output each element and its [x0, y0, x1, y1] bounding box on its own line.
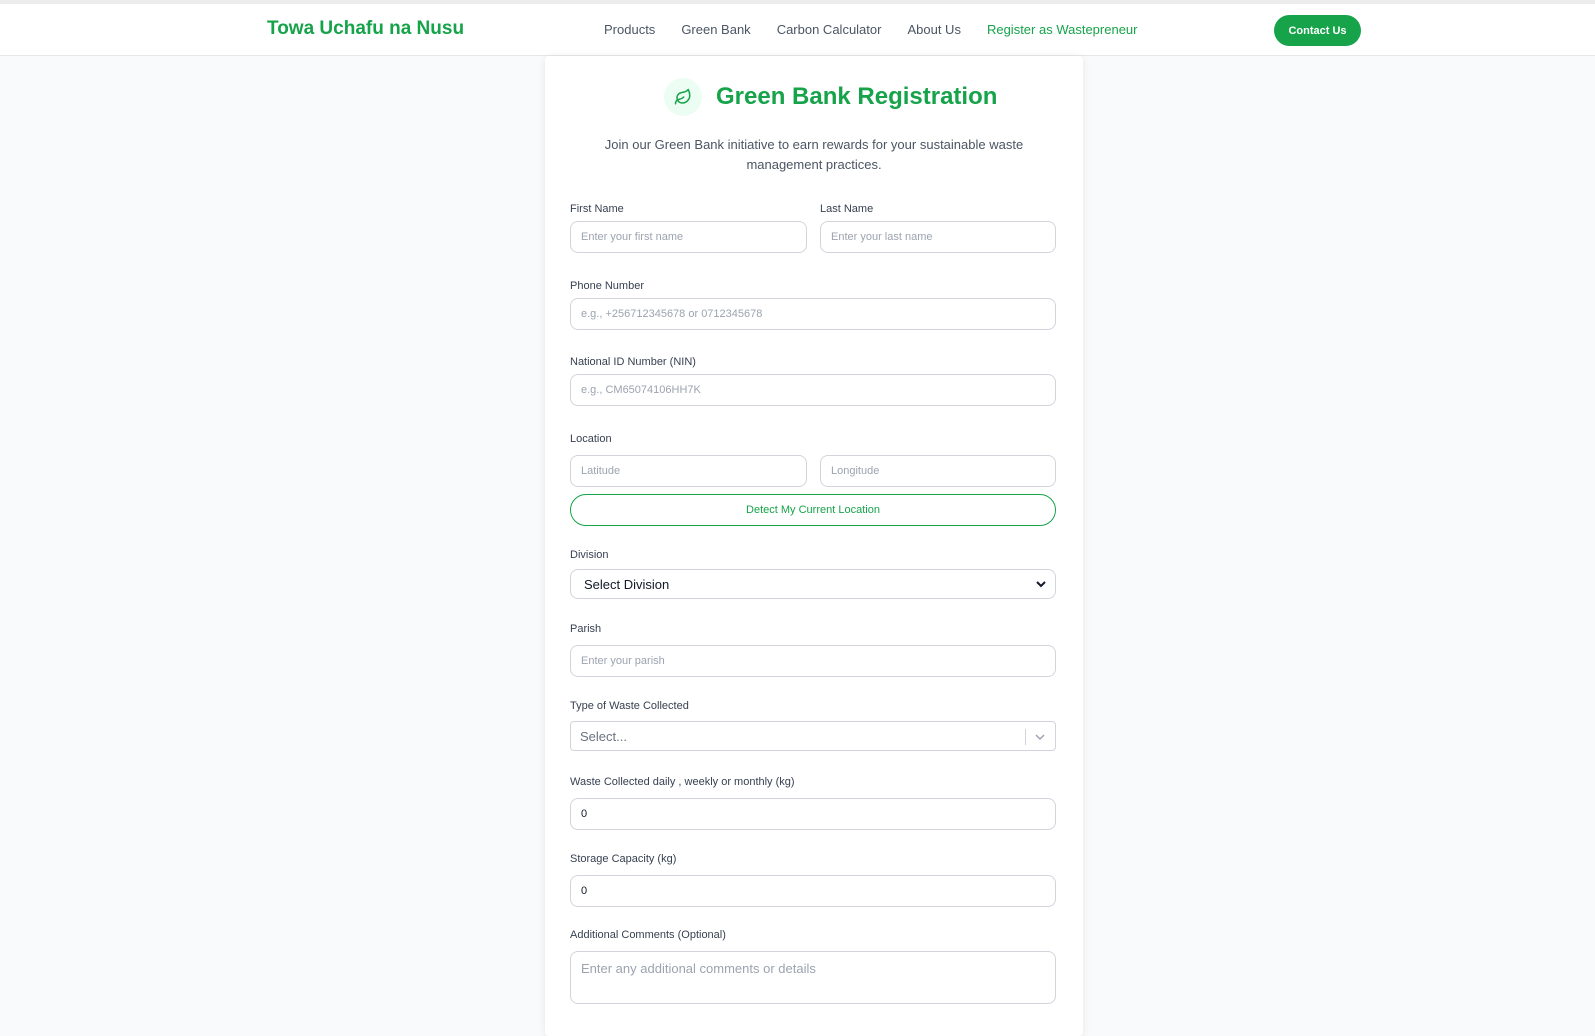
storage-capacity-label: Storage Capacity (kg)	[570, 853, 677, 865]
phone-field[interactable]: e.g., +256712345678 or 0712345678	[570, 298, 1056, 330]
last-name-label: Last Name	[820, 203, 874, 215]
nav-item-register-wastepreneur[interactable]: Register as Wastepreneur	[987, 22, 1138, 37]
waste-collected-label: Waste Collected daily , weekly or monthl…	[570, 776, 795, 788]
contact-us-button[interactable]: Contact Us	[1274, 15, 1361, 46]
chevron-down-icon	[1035, 578, 1047, 593]
waste-collected-field[interactable]: 0	[570, 798, 1056, 830]
brand-logo-text[interactable]: Towa Uchafu na Nusu	[267, 18, 464, 40]
nin-label: National ID Number (NIN)	[570, 356, 696, 368]
first-name-field[interactable]: Enter your first name	[570, 221, 807, 253]
nin-field[interactable]: e.g., CM65074106HH7K	[570, 374, 1056, 406]
division-label: Division	[570, 549, 609, 561]
storage-capacity-field[interactable]: 0	[570, 875, 1056, 907]
site-header: Towa Uchafu na Nusu Products Green Bank …	[0, 4, 1595, 56]
longitude-field[interactable]: Longitude	[820, 455, 1056, 487]
select-separator	[1025, 729, 1026, 745]
last-name-field[interactable]: Enter your last name	[820, 221, 1056, 253]
form-header: Green Bank Registration	[664, 78, 997, 116]
registration-card: Green Bank Registration Join our Green B…	[545, 56, 1083, 1036]
nav-item-about-us[interactable]: About Us	[907, 22, 960, 37]
phone-label: Phone Number	[570, 280, 644, 292]
nav-item-products[interactable]: Products	[604, 22, 655, 37]
leaf-icon	[664, 78, 702, 116]
main-nav: Products Green Bank Carbon Calculator Ab…	[604, 22, 1163, 37]
detect-location-button[interactable]: Detect My Current Location	[570, 494, 1056, 526]
parish-label: Parish	[570, 623, 602, 635]
comments-label: Additional Comments (Optional)	[570, 929, 726, 941]
waste-type-label: Type of Waste Collected	[570, 700, 689, 712]
first-name-label: First Name	[570, 203, 624, 215]
nav-item-carbon-calculator[interactable]: Carbon Calculator	[777, 22, 882, 37]
location-label: Location	[570, 433, 612, 445]
page-title: Green Bank Registration	[716, 83, 998, 110]
latitude-field[interactable]: Latitude	[570, 455, 807, 487]
page-subtitle: Join our Green Bank initiative to earn r…	[604, 137, 1024, 172]
parish-field[interactable]: Enter your parish	[570, 645, 1056, 677]
chevron-down-icon[interactable]	[1034, 731, 1046, 746]
comments-textarea[interactable]: Enter any additional comments or details	[570, 951, 1056, 1004]
waste-type-placeholder: Select...	[580, 728, 627, 744]
division-selected-value: Select Division	[584, 576, 670, 592]
waste-type-select[interactable]: Select...	[570, 721, 1056, 751]
nav-item-green-bank[interactable]: Green Bank	[681, 22, 750, 37]
division-select[interactable]: Select Division	[570, 569, 1056, 599]
